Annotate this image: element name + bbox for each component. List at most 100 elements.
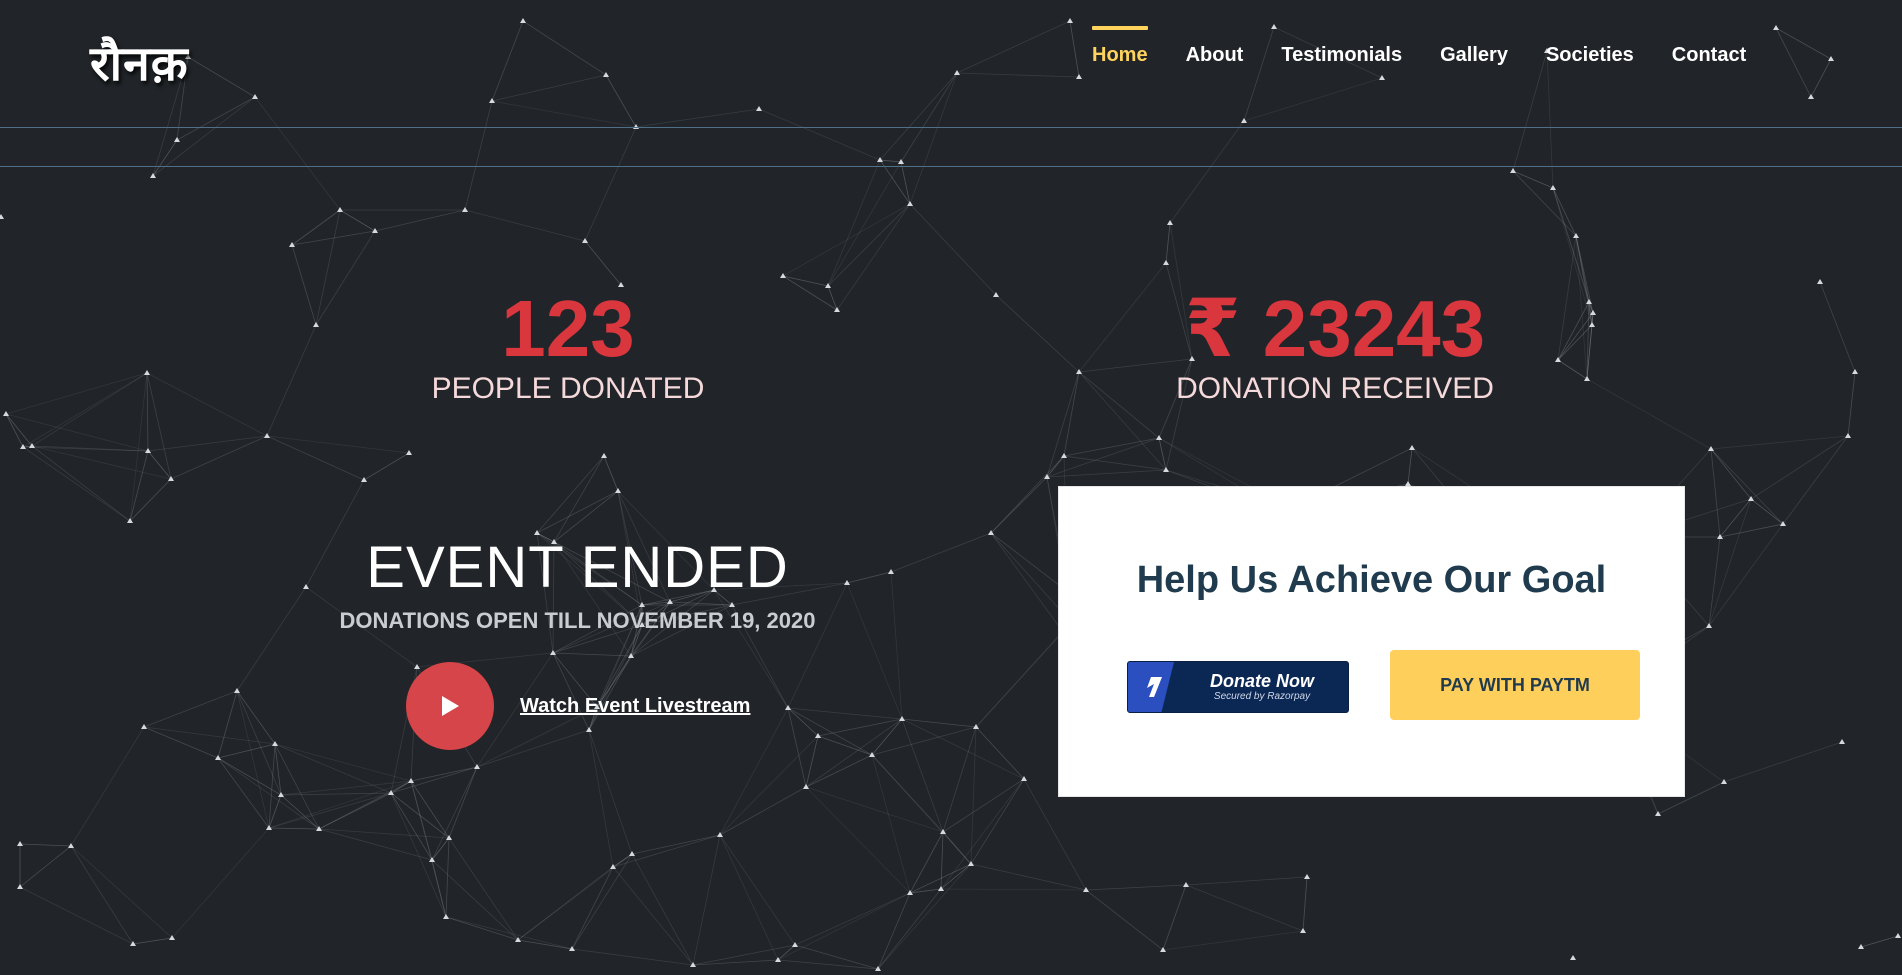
network-node bbox=[1573, 233, 1579, 238]
network-link bbox=[1575, 235, 1590, 303]
brand-logo[interactable]: रौनक़ bbox=[90, 30, 189, 95]
network-node bbox=[973, 724, 979, 729]
razorpay-donate-button[interactable]: Donate Now Secured by Razorpay bbox=[1127, 661, 1349, 713]
network-link bbox=[787, 707, 873, 756]
razorpay-logo-icon bbox=[1147, 677, 1162, 697]
network-node bbox=[1748, 496, 1754, 501]
network-link bbox=[777, 959, 879, 970]
network-link bbox=[1185, 876, 1308, 886]
network-link bbox=[758, 108, 881, 161]
network-node bbox=[1773, 25, 1779, 30]
network-link bbox=[1723, 741, 1843, 783]
network-node bbox=[141, 724, 147, 729]
network-link bbox=[129, 478, 172, 522]
network-link bbox=[603, 455, 619, 492]
network-node bbox=[372, 228, 378, 233]
network-link bbox=[571, 948, 694, 966]
network-link bbox=[805, 786, 911, 894]
network-link bbox=[584, 240, 622, 286]
razorpay-secured-label: Secured by Razorpay bbox=[1213, 691, 1311, 702]
network-link bbox=[900, 72, 958, 163]
network-link bbox=[143, 726, 276, 745]
network-link bbox=[836, 203, 911, 311]
nav-item-about[interactable]: About bbox=[1186, 44, 1244, 67]
network-link bbox=[464, 209, 586, 242]
network-link bbox=[1169, 120, 1245, 224]
network-link bbox=[1546, 50, 1554, 189]
watch-livestream-link[interactable]: Watch Event Livestream bbox=[520, 695, 750, 718]
network-link bbox=[553, 455, 605, 543]
network-link bbox=[995, 294, 1080, 373]
network-link bbox=[1165, 222, 1171, 264]
network-node bbox=[1167, 220, 1173, 225]
network-link bbox=[990, 532, 1069, 593]
network-link bbox=[5, 413, 24, 448]
network-node bbox=[785, 705, 791, 710]
network-link bbox=[877, 863, 972, 970]
network-link bbox=[448, 766, 478, 839]
network-link bbox=[787, 707, 903, 720]
network-link bbox=[5, 413, 33, 447]
network-link bbox=[1775, 27, 1832, 60]
network-node bbox=[234, 688, 240, 693]
network-node bbox=[1555, 357, 1561, 362]
network-node bbox=[462, 207, 468, 212]
network-link bbox=[1552, 187, 1577, 237]
network-node bbox=[474, 764, 480, 769]
network-link bbox=[1185, 884, 1304, 932]
network-node bbox=[792, 942, 798, 947]
network-link bbox=[909, 831, 944, 894]
network-link bbox=[719, 786, 807, 836]
network-node bbox=[1839, 739, 1845, 744]
network-node bbox=[515, 937, 521, 942]
network-link bbox=[31, 445, 172, 480]
network-link bbox=[146, 372, 268, 437]
network-node bbox=[168, 476, 174, 481]
network-link bbox=[719, 735, 819, 836]
nav-item-societies[interactable]: Societies bbox=[1546, 44, 1634, 67]
pay-with-paytm-button[interactable]: PAY WITH PAYTM bbox=[1390, 650, 1640, 720]
network-node bbox=[1655, 811, 1661, 816]
network-link bbox=[129, 450, 149, 522]
play-button[interactable] bbox=[406, 662, 494, 750]
network-node bbox=[601, 453, 607, 458]
network-link bbox=[956, 20, 1071, 74]
network-node bbox=[252, 94, 258, 99]
network-link bbox=[236, 690, 282, 796]
network-link bbox=[1046, 437, 1160, 478]
network-node bbox=[899, 716, 905, 721]
network-link bbox=[1557, 312, 1594, 361]
network-link bbox=[491, 74, 607, 102]
network-link bbox=[339, 209, 376, 232]
network-link bbox=[631, 853, 694, 966]
network-node bbox=[1379, 75, 1385, 80]
network-link bbox=[942, 778, 1025, 833]
network-link bbox=[1162, 930, 1304, 951]
network-link bbox=[315, 209, 341, 326]
network-link bbox=[1708, 523, 1784, 627]
network-node bbox=[316, 826, 322, 831]
network-link bbox=[970, 863, 1087, 891]
network-link bbox=[805, 718, 903, 788]
network-node bbox=[875, 966, 881, 971]
network-node bbox=[898, 159, 904, 164]
network-node bbox=[1021, 776, 1027, 781]
nav-item-home[interactable]: Home bbox=[1092, 26, 1148, 67]
network-link bbox=[1162, 884, 1187, 951]
network-node bbox=[1708, 446, 1714, 451]
network-link bbox=[448, 837, 519, 941]
network-node bbox=[628, 653, 634, 658]
nav-item-testimonials[interactable]: Testimonials bbox=[1281, 44, 1402, 67]
network-node bbox=[313, 322, 319, 327]
network-link bbox=[390, 792, 450, 839]
event-status-title: EVENT ENDED bbox=[366, 535, 789, 600]
network-node bbox=[489, 98, 495, 103]
network-link bbox=[571, 866, 614, 950]
network-link bbox=[1575, 235, 1593, 326]
network-node bbox=[1895, 933, 1901, 938]
network-link bbox=[1588, 301, 1593, 326]
network-link bbox=[22, 445, 33, 448]
nav-item-contact[interactable]: Contact bbox=[1672, 44, 1746, 67]
network-link bbox=[1708, 536, 1721, 627]
nav-item-gallery[interactable]: Gallery bbox=[1440, 44, 1508, 67]
